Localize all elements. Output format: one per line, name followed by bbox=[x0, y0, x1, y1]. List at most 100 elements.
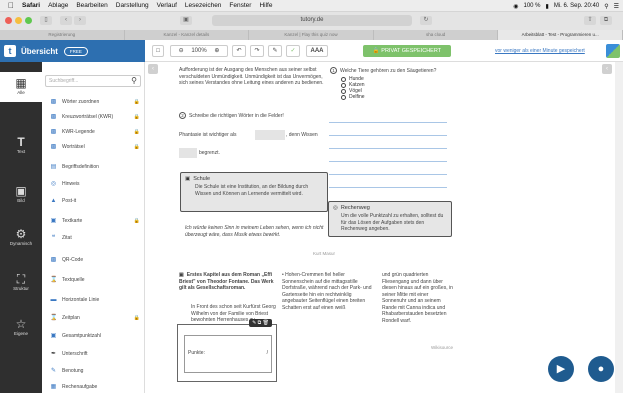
tabs-overview-icon[interactable]: ⧉ bbox=[600, 16, 612, 25]
score-box[interactable]: Punkte: / bbox=[184, 335, 272, 373]
menu-lesezeichen[interactable]: Lesezeichen bbox=[185, 2, 222, 9]
widget-benotung[interactable]: ✎ Benotung bbox=[50, 365, 142, 377]
tab-registrierung[interactable]: Registrierung bbox=[0, 30, 125, 40]
video-call-button[interactable]: ▶ bbox=[548, 356, 574, 382]
radio-icon[interactable] bbox=[341, 76, 346, 82]
rail-item-bild[interactable]: ▣ Bild bbox=[0, 184, 42, 204]
font-size-button[interactable]: AAA bbox=[306, 45, 328, 57]
widget-qr-code[interactable]: ▩ QR-Code bbox=[50, 254, 142, 266]
save-status[interactable]: vor weniger als einer Minute gespeichert bbox=[495, 48, 585, 54]
undo-icon[interactable]: ↶ bbox=[232, 45, 246, 57]
widget-kreuzwortraetsel[interactable]: ▩ Kreuzworträtsel (KWR) 🔒 bbox=[50, 111, 142, 123]
widget-zitat[interactable]: ❝ Zitat bbox=[50, 232, 142, 244]
search-icon[interactable]: ⚲ bbox=[131, 76, 137, 86]
scrollbar[interactable] bbox=[615, 62, 623, 393]
rail-item-text[interactable]: T Text bbox=[0, 135, 42, 155]
color-palette-icon[interactable] bbox=[606, 44, 620, 58]
menu-darstellung[interactable]: Darstellung bbox=[116, 2, 149, 9]
zoom-window-button[interactable] bbox=[25, 17, 32, 24]
radio-icon[interactable] bbox=[341, 82, 346, 88]
widget-zeitplan[interactable]: ⌛ Zeitplan 🔒 bbox=[50, 312, 142, 324]
widget-wortraetsel[interactable]: ▩ Worträtsel 🔒 bbox=[50, 141, 142, 153]
chat-button[interactable]: ● bbox=[588, 356, 614, 382]
delete-icon[interactable]: 🗑 bbox=[263, 320, 269, 326]
chapter-column-3: und grün quadrierten Fliesengang und dan… bbox=[382, 272, 453, 324]
copy-icon[interactable]: ⧉ bbox=[258, 320, 262, 326]
rail-item-eigene[interactable]: ☆ Eigene bbox=[0, 317, 42, 337]
edit-icon[interactable]: ✎ bbox=[268, 45, 282, 57]
menu-verlauf[interactable]: Verlauf bbox=[157, 2, 177, 9]
zoom-out-icon[interactable]: ⊖ bbox=[179, 48, 184, 54]
back-icon[interactable]: ‹ bbox=[60, 16, 72, 25]
hint-card[interactable]: ◎ Rechenweg Um die volle Punktzahl zu erh… bbox=[328, 201, 452, 237]
widget-textkarte[interactable]: ▣ Textkarte 🔒 bbox=[50, 215, 142, 227]
battery-level[interactable]: 100 % bbox=[524, 3, 541, 9]
answer-line[interactable] bbox=[329, 187, 447, 188]
save-button[interactable]: 🔒 PRIVAT GESPEICHERT bbox=[363, 45, 451, 57]
notification-icon[interactable]: ☰ bbox=[614, 3, 619, 10]
widget-textquelle[interactable]: ⌛ Textquelle bbox=[50, 274, 142, 286]
answer-line[interactable] bbox=[329, 135, 447, 136]
widget-post-it[interactable]: ▲ Post-it bbox=[50, 195, 142, 207]
menu-fenster[interactable]: Fenster bbox=[229, 2, 251, 9]
tab-sha-cloud[interactable]: sha cloud bbox=[374, 30, 499, 40]
page-icon[interactable]: □ bbox=[152, 45, 164, 57]
brand-area[interactable]: t Übersicht FREE bbox=[0, 40, 145, 62]
score-widget-selected[interactable]: ✎ ⧉ 🗑 Punkte: / bbox=[177, 319, 277, 382]
menu-ablage[interactable]: Ablage bbox=[48, 2, 68, 9]
widget-kwr-legende[interactable]: ▩ KWR-Legende 🔒 bbox=[50, 126, 142, 138]
menu-bearbeiten[interactable]: Bearbeiten bbox=[76, 2, 107, 9]
answer-line[interactable] bbox=[329, 148, 447, 149]
quote-text[interactable]: Ich würde keinen Sinn in meinem Leben se… bbox=[185, 225, 325, 238]
task-fill-words[interactable]: 2 Schreibe die richtigen Wörter in die Fe… bbox=[179, 112, 329, 120]
plan-badge[interactable]: FREE bbox=[63, 46, 88, 56]
menu-hilfe[interactable]: Hilfe bbox=[259, 2, 272, 9]
intro-text[interactable]: Aufforderung ist der Ausgang des Mensche… bbox=[179, 67, 327, 87]
answer-line[interactable] bbox=[329, 122, 447, 123]
forward-icon[interactable]: › bbox=[74, 16, 86, 25]
shield-icon[interactable]: ▣ bbox=[180, 16, 192, 25]
task-animals[interactable]: 1 Welche Tiere gehören zu den Säugetieren… bbox=[330, 67, 460, 75]
widget-begriffsdefinition[interactable]: ▤ Begriffsdefinition bbox=[50, 161, 142, 173]
collapse-right-icon[interactable]: ‹ bbox=[602, 64, 612, 74]
apple-icon[interactable]:  bbox=[8, 1, 14, 10]
option-delfine[interactable]: Delfine bbox=[341, 94, 365, 100]
address-bar[interactable]: tutory.de bbox=[212, 15, 412, 26]
widget-horizontale-linie[interactable]: ▬ Horizontale Linie bbox=[50, 294, 142, 306]
spotlight-icon[interactable]: ⚲ bbox=[604, 3, 608, 10]
rail-item-dynamisch[interactable]: ⚙ Dynamisch bbox=[0, 227, 42, 247]
check-icon[interactable]: ✓ bbox=[286, 45, 300, 57]
widget-unterschrift[interactable]: ✒ Unterschrift bbox=[50, 348, 142, 360]
wifi-icon[interactable]: ◉ bbox=[513, 3, 518, 10]
widget-hinweis[interactable]: ◎ Hinweis bbox=[50, 178, 142, 190]
sidebar-toggle-icon[interactable]: ▯ bbox=[40, 16, 52, 25]
answer-line[interactable] bbox=[329, 161, 447, 162]
blank-field[interactable] bbox=[255, 130, 285, 140]
zoom-control[interactable]: ⊖ 100% ⊕ bbox=[170, 45, 228, 57]
widget-search-input[interactable]: Suchbegriff... ⚲ bbox=[45, 75, 141, 87]
reload-icon[interactable]: ↻ bbox=[420, 16, 432, 25]
rail-item-alle[interactable]: ▦ Alle bbox=[0, 72, 42, 102]
collapse-left-icon[interactable]: ‹ bbox=[148, 64, 158, 74]
widget-rechenaufgabe[interactable]: ▦ Rechenaufgabe bbox=[50, 381, 142, 393]
definition-card[interactable]: ▣ Schule Die Schule ist eine Institution,… bbox=[180, 172, 328, 212]
minimize-window-button[interactable] bbox=[15, 17, 22, 24]
radio-icon[interactable] bbox=[341, 88, 346, 94]
tab-kanzel-details[interactable]: Kanzel - Kanzel details bbox=[125, 30, 250, 40]
tab-arbeitsblatt[interactable]: Arbeitsblatt - Test - Programmieren u... bbox=[498, 30, 623, 40]
radio-icon[interactable] bbox=[341, 94, 346, 100]
share-icon[interactable]: ⇧ bbox=[584, 16, 596, 25]
edit-icon[interactable]: ✎ bbox=[252, 320, 256, 326]
chapter-title[interactable]: ▣ Erstes Kapitel aus dem Roman „Effi Brie… bbox=[179, 272, 281, 292]
answer-line[interactable] bbox=[329, 174, 447, 175]
zoom-in-icon[interactable]: ⊕ bbox=[214, 48, 219, 54]
widget-gesamtpunktzahl[interactable]: ▣ Gesamtpunktzahl bbox=[50, 330, 142, 342]
widget-woerter-zuordnen[interactable]: ▩ Wörter zuordnen 🔒 bbox=[50, 96, 142, 108]
blank-field[interactable] bbox=[179, 148, 197, 158]
close-window-button[interactable] bbox=[5, 17, 12, 24]
clock[interactable]: Mi. 6. Sep. 20:40 bbox=[554, 3, 599, 9]
rail-item-struktur[interactable]: ⛶ Struktur bbox=[0, 272, 42, 292]
menu-app-name[interactable]: Safari bbox=[22, 2, 40, 9]
redo-icon[interactable]: ↷ bbox=[250, 45, 264, 57]
tab-kanzel-quiz[interactable]: Kanzel | Flay this quiz now bbox=[249, 30, 374, 40]
